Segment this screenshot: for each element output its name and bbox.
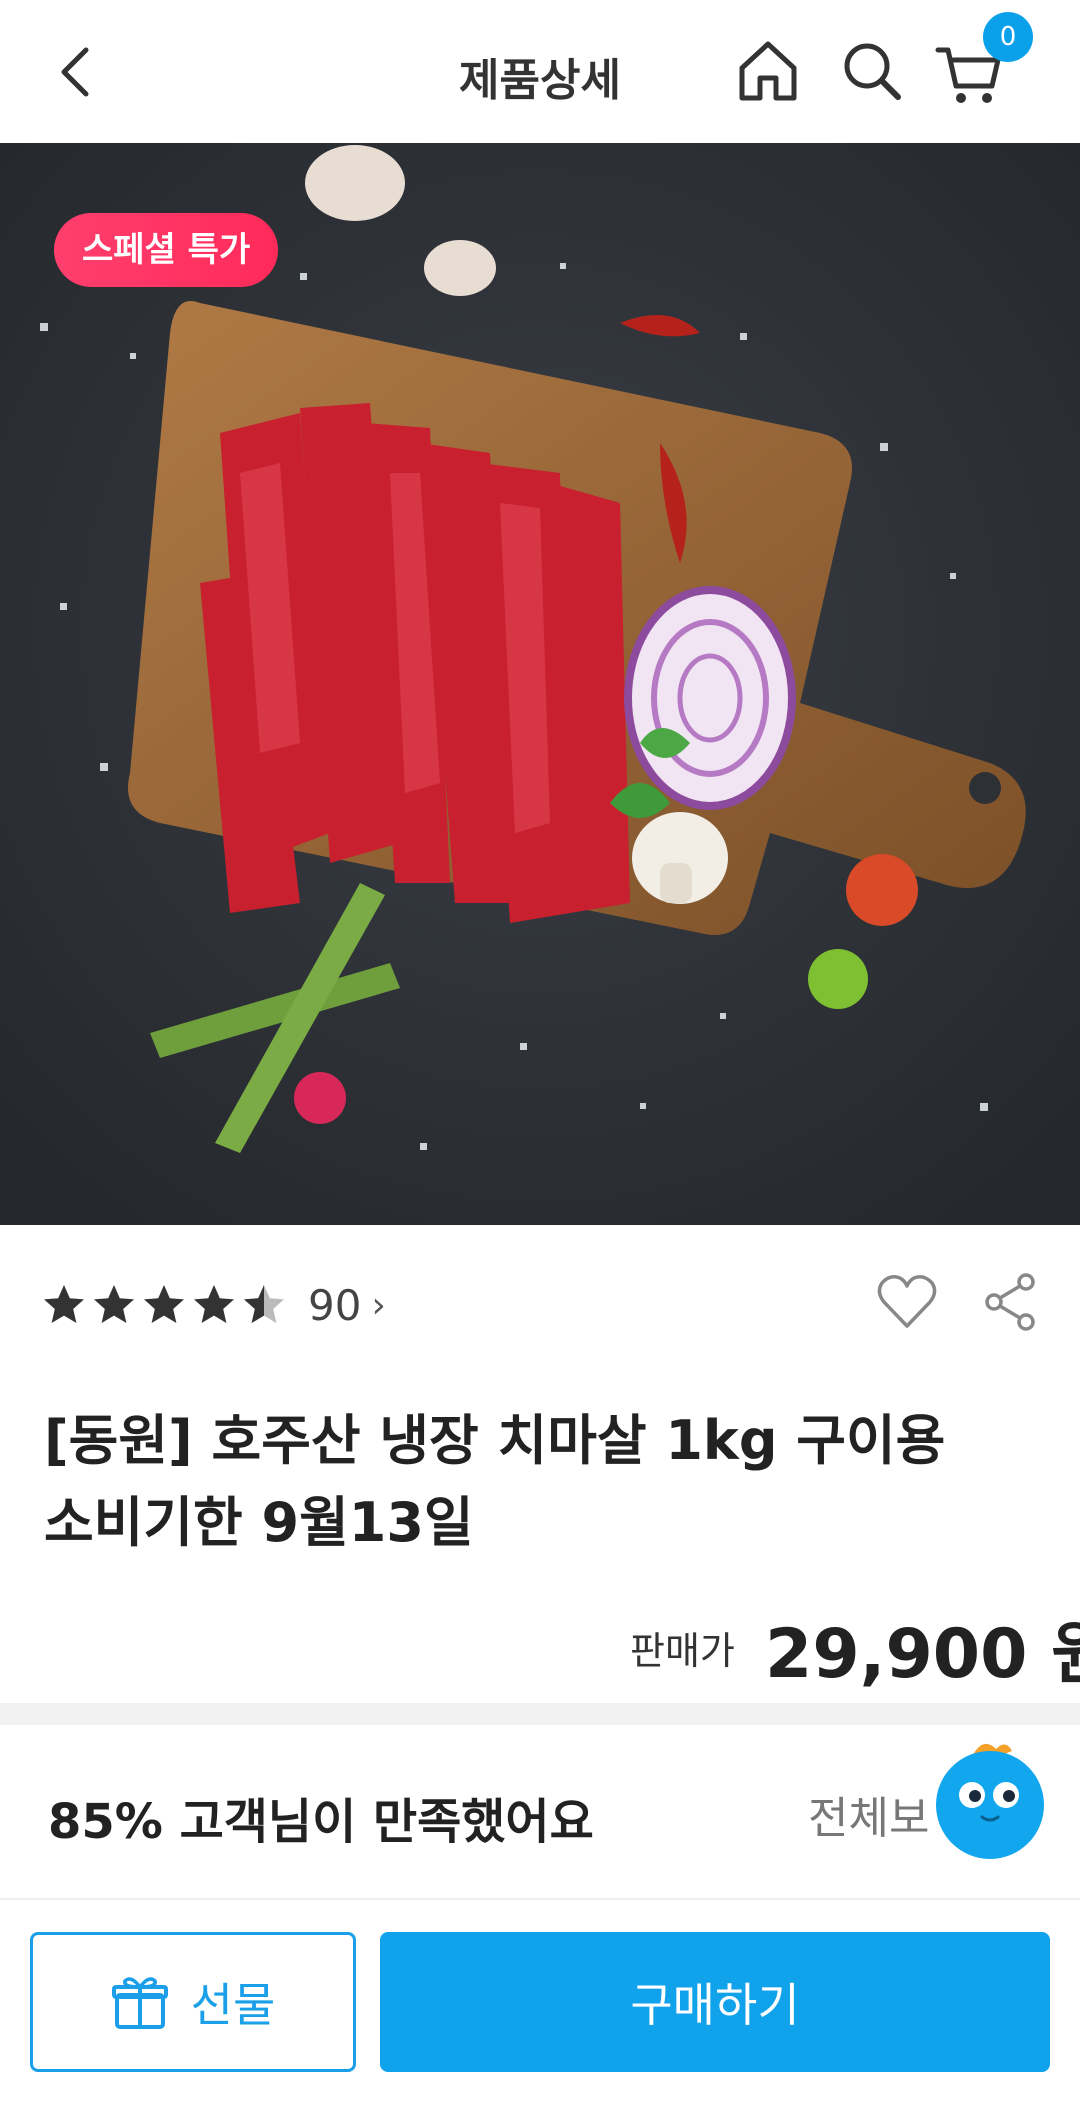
share-button[interactable] [982, 1272, 1038, 1336]
home-icon [739, 41, 797, 101]
product-image[interactable]: 스페셜 특가 [0, 143, 1080, 1225]
buy-button[interactable]: 구매하기 [380, 1932, 1050, 2072]
search-button[interactable] [840, 38, 904, 108]
heart-icon [877, 1275, 937, 1328]
share-icon [985, 1273, 1035, 1331]
mascot-icon [936, 1743, 1044, 1859]
star-full-icon [44, 1285, 84, 1323]
special-deal-badge: 스페셜 특가 [54, 213, 279, 287]
product-name: [동원] 호주산 냉장 치마살 1kg 구이용 소비기한 9월13일 [44, 1400, 1044, 1564]
star-full-icon [94, 1285, 134, 1323]
rating-summary[interactable]: 90 › [40, 1270, 386, 1340]
star-full-icon [194, 1285, 234, 1323]
gift-button[interactable]: 선물 [30, 1932, 356, 2072]
home-button[interactable] [736, 38, 800, 108]
product-photo-illustration [0, 143, 1080, 1225]
top-app-bar: 제품상세 0 [0, 0, 1080, 143]
review-count: 90 [308, 1280, 362, 1330]
satisfaction-text: 85% 고객님이 만족했어요 [48, 1794, 594, 1850]
star-full-icon [144, 1285, 184, 1323]
product-price: 29,900 원 [765, 1615, 1080, 1694]
wishlist-button[interactable] [876, 1272, 938, 1336]
gift-button-label: 선물 [190, 1978, 276, 2032]
chevron-right-icon: › [371, 1284, 386, 1326]
see-all-reviews-link[interactable]: 전체보 [808, 1782, 929, 1846]
cart-count-badge: 0 [983, 12, 1033, 62]
chatbot-mascot-button[interactable] [934, 1735, 1046, 1860]
product-name-line1: [동원] 호주산 냉장 치마살 1kg 구이용 [44, 1409, 946, 1472]
search-icon [844, 43, 901, 100]
bottom-action-bar: 선물 구매하기 [0, 1898, 1080, 2107]
page-title: 제품상세 [459, 55, 621, 106]
section-divider [0, 1703, 1080, 1725]
star-half-icon [244, 1285, 284, 1323]
gift-icon [111, 1977, 168, 2029]
price-label: 판매가 [630, 1629, 735, 1673]
product-name-line2: 소비기한 9월13일 [44, 1491, 474, 1554]
